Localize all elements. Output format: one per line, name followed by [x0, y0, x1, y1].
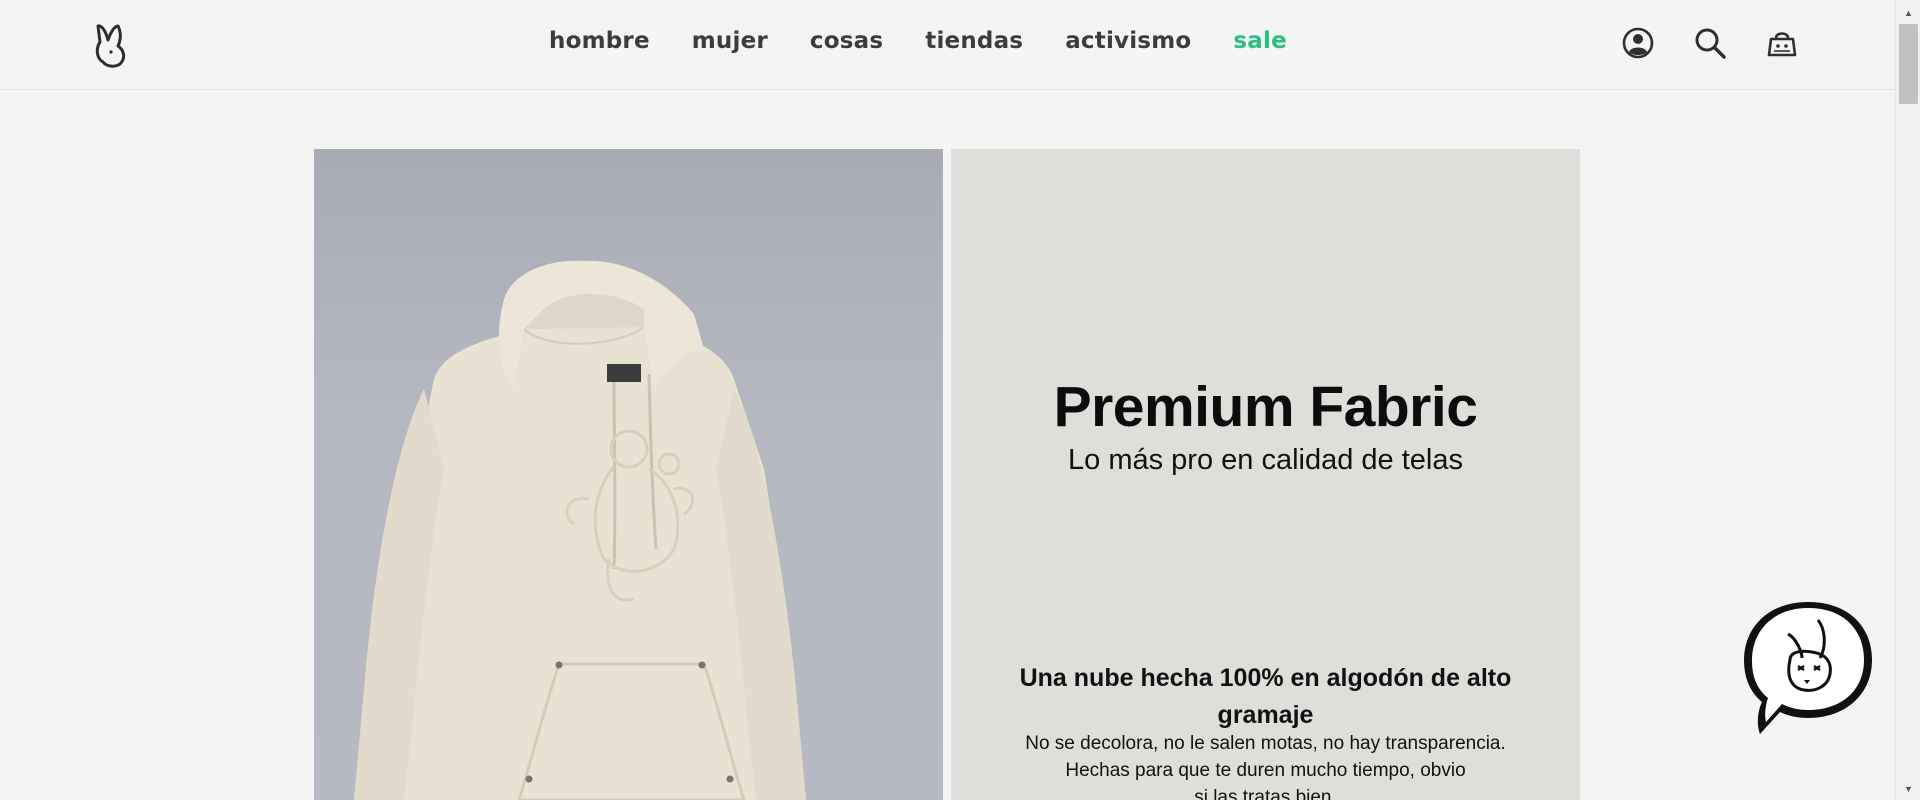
hoodie-product-image[interactable] — [314, 149, 943, 800]
page-scrollbar[interactable]: ▲ ▼ — [1895, 0, 1920, 800]
account-icon[interactable] — [1621, 26, 1655, 60]
nav-item-mujer[interactable]: mujer — [692, 28, 768, 54]
page-title: Premium Fabric — [1053, 375, 1478, 439]
bunny-logo-icon[interactable] — [94, 22, 134, 68]
beige-hoodie-product-image — [354, 260, 806, 800]
search-icon[interactable] — [1693, 26, 1727, 60]
feature-description: No se decolora, no le salen motas, no ha… — [1011, 730, 1520, 800]
scroll-down-icon[interactable]: ▼ — [1896, 780, 1920, 798]
site-header: hombre mujer cosas tiendas activismo sal… — [0, 0, 1895, 90]
scroll-up-icon[interactable]: ▲ — [1896, 4, 1920, 22]
feature-line: No se decolora, no le salen motas, no ha… — [1025, 733, 1506, 754]
product-info-panel: Premium Fabric Lo más pro en calidad de … — [951, 149, 1580, 800]
nav-item-activismo[interactable]: activismo — [1065, 28, 1191, 54]
nav-item-sale[interactable]: sale — [1233, 28, 1287, 54]
nav-item-cosas[interactable]: cosas — [810, 28, 883, 54]
nav-item-hombre[interactable]: hombre — [549, 28, 650, 54]
page-subtitle: Lo más pro en calidad de telas — [1068, 444, 1463, 476]
cart-icon[interactable] — [1765, 26, 1799, 60]
feature-line: Hechas para que te duren mucho tiempo, o… — [1065, 760, 1466, 781]
main-nav: hombre mujer cosas tiendas activismo sal… — [549, 28, 1287, 54]
feature-line: si las tratas bien. — [1194, 787, 1337, 800]
bunny-chat-bubble-icon[interactable] — [1740, 596, 1876, 738]
nav-item-tiendas[interactable]: tiendas — [925, 28, 1023, 54]
feature-heading: Una nube hecha 100% en algodón de alto g… — [1019, 664, 1512, 729]
scrollbar-thumb[interactable] — [1899, 24, 1918, 104]
